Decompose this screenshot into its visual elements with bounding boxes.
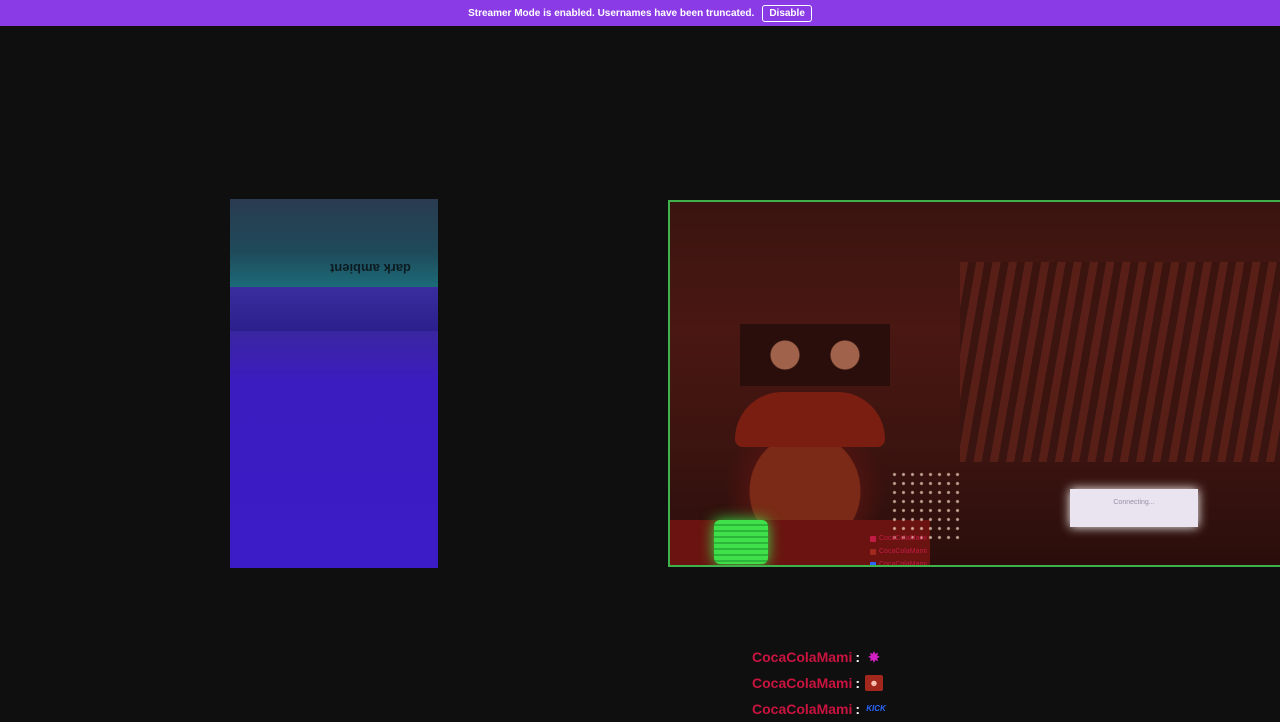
chat-separator: : <box>855 675 861 691</box>
chat-overlay: CocaColaMami : ✸ CocaColaMami : ☻ CocaCo… <box>752 644 887 722</box>
phone-screen-image: dark ambient <box>230 199 438 287</box>
mini-chat-emote <box>870 548 876 555</box>
mini-chat-row: CocaColaMami <box>870 532 960 545</box>
curtain <box>960 262 1280 462</box>
chat-username: CocaColaMami <box>752 649 853 665</box>
mini-chat-user: CocaColaMami <box>879 535 927 542</box>
phone-feed-ledge <box>230 287 438 331</box>
mini-chat-row: CocaColaMami <box>870 558 960 567</box>
light-sparkles <box>890 470 960 540</box>
chat-username: CocaColaMami <box>752 701 853 717</box>
chat-message: CocaColaMami : ☻ <box>752 670 887 696</box>
mini-chat-user: CocaColaMami <box>879 561 927 567</box>
webcam-feed: Connecting... CocaColaMami CocaColaMami … <box>668 200 1280 567</box>
mini-chat-emote <box>870 535 876 542</box>
green-cup <box>714 520 768 564</box>
cannabis-leaf-emote: ✸ <box>868 649 880 665</box>
streamer-cap <box>735 392 885 447</box>
chat-separator: : <box>855 701 861 717</box>
streamer-mode-banner: Streamer Mode is enabled. Usernames have… <box>0 0 1280 26</box>
mini-chat-emote <box>870 561 876 565</box>
mini-chat-user: CocaColaMami <box>879 548 927 555</box>
chat-separator: : <box>855 649 861 665</box>
chat-message: CocaColaMami : ✸ <box>752 644 887 670</box>
banner-message: Streamer Mode is enabled. Usernames have… <box>468 7 755 19</box>
phone-camera-feed: dark ambient <box>230 199 438 568</box>
phone-screen-title: dark ambient <box>330 261 411 276</box>
webcam-mini-chat: CocaColaMami CocaColaMami CocaColaMami <box>870 532 960 567</box>
kick-emote: KICK <box>866 704 886 713</box>
laptop-screen-text: Connecting... <box>1113 499 1155 506</box>
disable-streamer-mode-button[interactable]: Disable <box>762 4 812 22</box>
laptop-screen: Connecting... <box>1070 489 1198 527</box>
portrait-emote: ☻ <box>865 675 884 691</box>
mini-chat-row: CocaColaMami <box>870 545 960 558</box>
wall-art <box>740 324 890 386</box>
chat-message: CocaColaMami : KICK <box>752 696 887 722</box>
chat-username: CocaColaMami <box>752 675 853 691</box>
